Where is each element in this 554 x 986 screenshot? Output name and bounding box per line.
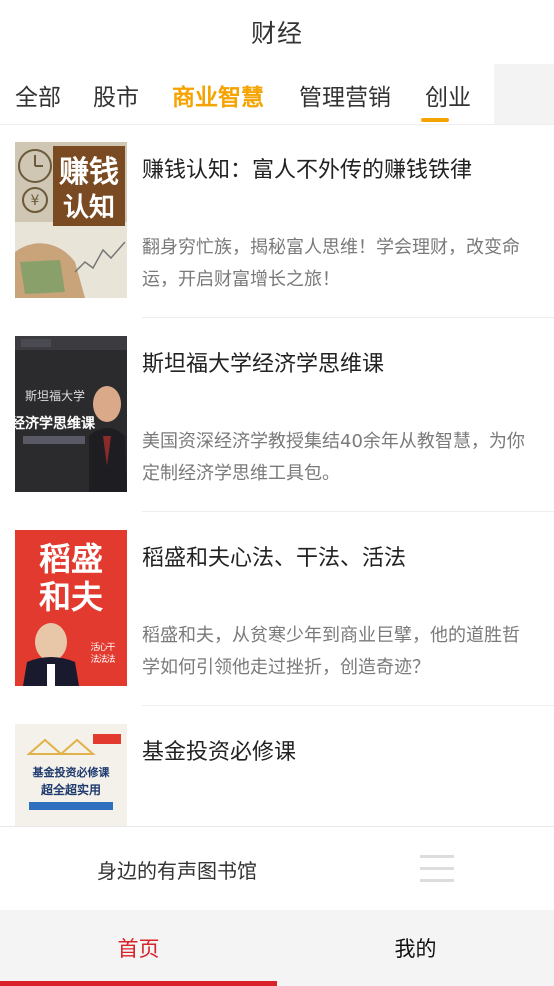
item-description: 翻身穷忙族，揭秘富人思维！学会理财，改变命运，开启财富增长之旅！ <box>142 237 520 290</box>
nav-mine[interactable]: 我的 <box>277 910 554 986</box>
book-list: ¥ 赚钱 认知 赚钱认知：富人不外传的赚钱铁律 翻身穷忙族，揭秘富人思维！学会理… <box>0 124 554 826</box>
cover-title-line1: 斯坦福大学 <box>25 388 85 403</box>
app-header: 财经 <box>0 0 554 64</box>
nav-active-indicator <box>0 981 277 986</box>
book-cover-1: ¥ 赚钱 认知 <box>15 142 127 298</box>
item-description: 美国资深经济学教授集结40余年从教智慧，为你定制经济学思维工具包。 <box>142 431 525 484</box>
tab-stocks[interactable]: 股市 <box>93 78 139 112</box>
book-cover-4: 基金投资必修课 超全超实用 <box>15 724 127 826</box>
tab-all[interactable]: 全部 <box>15 78 61 112</box>
book-cover-3: 稻盛 和夫 活 心 干 法 法 法 <box>15 530 127 686</box>
tab-indicator <box>421 118 449 122</box>
cover-title-line2: 经济学思维课 <box>15 415 96 432</box>
cover-title-line2: 超全超实用 <box>40 782 101 797</box>
item-description: 稻盛和夫，从贫寒少年到商业巨擘，他的道胜哲学如何引领他走过挫折，创造奇迹？ <box>142 625 520 678</box>
cover-title-line2: 和夫 <box>39 578 104 616</box>
list-item[interactable]: 斯坦福大学 经济学思维课 斯坦福大学经济学思维课 美国资深经济学教授集结40余年… <box>0 318 554 512</box>
library-bar[interactable]: 身边的有声图书馆 <box>0 826 554 911</box>
item-title: 稻盛和夫心法、干法、活法 <box>142 546 407 571</box>
list-item[interactable]: ¥ 赚钱 认知 赚钱认知：富人不外传的赚钱铁律 翻身穷忙族，揭秘富人思维！学会理… <box>0 124 554 318</box>
library-label: 身边的有声图书馆 <box>97 859 257 883</box>
nav-home[interactable]: 首页 <box>0 910 277 986</box>
cover-title-line1: 稻盛 <box>39 540 103 578</box>
tab-business-wisdom[interactable]: 商业智慧 <box>172 78 264 112</box>
bottom-nav: 首页 我的 <box>0 910 554 986</box>
cover-title-line1: 基金投资必修课 <box>32 765 111 779</box>
tabs-overflow-area[interactable] <box>494 64 554 124</box>
menu-icon[interactable] <box>420 853 454 885</box>
tab-management-marketing[interactable]: 管理营销 <box>299 78 391 112</box>
item-title: 斯坦福大学经济学思维课 <box>142 352 385 377</box>
book-cover-2: 斯坦福大学 经济学思维课 <box>15 336 127 492</box>
tab-startup[interactable]: 创业 <box>425 78 471 112</box>
cover-title-line1: 赚钱 <box>59 155 119 190</box>
cover-tag: 法 <box>106 653 115 665</box>
cover-symbol: ¥ <box>31 193 40 209</box>
nav-home-label: 首页 <box>117 937 160 961</box>
item-title: 基金投资必修课 <box>142 740 297 765</box>
list-item[interactable]: 稻盛 和夫 活 心 干 法 法 法 稻盛和夫心法、干法、活法 稻盛和夫，从贫寒少… <box>0 512 554 706</box>
item-title: 赚钱认知：富人不外传的赚钱铁律 <box>142 158 473 183</box>
list-item[interactable]: 基金投资必修课 超全超实用 基金投资必修课 <box>0 706 554 826</box>
page-title: 财经 <box>250 19 303 48</box>
nav-mine-label: 我的 <box>394 937 437 961</box>
cover-tag: 干 <box>106 642 115 653</box>
category-tabs: 全部 股市 商业智慧 管理营销 创业 <box>0 64 554 125</box>
cover-title-line2: 认知 <box>63 193 115 223</box>
